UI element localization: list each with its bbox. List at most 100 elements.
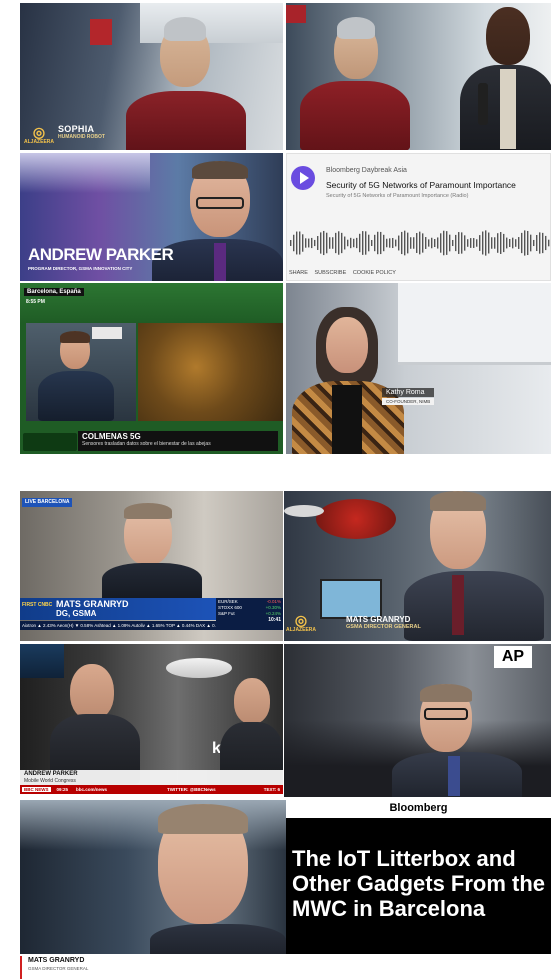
blimp-model: [166, 658, 232, 678]
waveform-bar: [479, 235, 481, 251]
waveform-bar: [476, 239, 478, 247]
channel-logo: [23, 433, 77, 451]
video-tile-granryd-live[interactable]: [20, 800, 286, 954]
waveform-bar: [428, 239, 430, 247]
lower-third-subtitle: GSMA DIRECTOR GENERAL: [346, 624, 421, 630]
waveform-bar: [317, 236, 319, 250]
audio-player-bloomberg[interactable]: Bloomberg Daybreak Asia Security of 5G N…: [286, 153, 551, 281]
live-tag: LIVE BARCELONA: [22, 498, 73, 507]
waveform-bar: [482, 231, 484, 255]
screen-display: [398, 283, 551, 365]
waveform-bar: [362, 231, 364, 255]
microphone: [478, 83, 488, 125]
episode-title[interactable]: Security of 5G Networks of Paramount Imp…: [326, 180, 516, 190]
waveform-bar: [440, 233, 442, 253]
waveform-bar: [356, 237, 358, 249]
market-ticker-right: EUR/SEK -0.01% STOXX 600 +0.30% S&P Fut +0.…: [216, 598, 283, 630]
video-tile-andrew-parker[interactable]: ANDREW PARKER PROGRAM DIRECTOR, GSMA INN…: [20, 153, 283, 281]
waveform-bar: [500, 232, 502, 254]
waveform-bar: [353, 238, 355, 248]
waveform-bar: [464, 235, 466, 251]
ticker-url: bbc.com/news: [76, 787, 108, 792]
waveform[interactable]: [289, 226, 551, 260]
caption-bar: MATS GRANRYD GSMA DIRECTOR GENERAL: [20, 956, 286, 979]
episode-subtitle: Security of 5G Networks of Paramount Imp…: [326, 193, 469, 199]
waveform-bar: [311, 237, 313, 249]
lower-third-name: MATS GRANRYD: [56, 599, 129, 609]
waveform-bar: [413, 237, 415, 249]
waveform-bar: [545, 235, 547, 251]
waveform-bar: [371, 239, 373, 247]
waveform-bar: [494, 237, 496, 249]
play-button[interactable]: [291, 166, 315, 190]
play-icon: [300, 172, 309, 184]
lower-third: SOPHIA HUMANOID ROBOT: [58, 124, 105, 140]
waveform-bar: [488, 232, 490, 254]
waveform-bar: [536, 234, 538, 252]
waveform-bar: [296, 231, 298, 255]
caption-subtitle: GSMA DIRECTOR GENERAL: [28, 966, 89, 971]
waveform-bar: [518, 237, 520, 249]
waveform-bar: [386, 238, 388, 248]
waveform-bar: [338, 231, 340, 255]
waveform-bar: [467, 239, 469, 247]
led-wall: [20, 644, 64, 678]
article-headline[interactable]: The IoT Litterbox and Other Gadgets From…: [292, 846, 548, 921]
video-tile-cnbc-granryd[interactable]: LIVE BARCELONA FIRST CNBC MATS GRANRYD D…: [20, 491, 283, 641]
time-text: 8:55 PM: [26, 299, 45, 305]
cookie-policy-link[interactable]: COOKIE POLICY: [353, 270, 396, 276]
waveform-bar: [359, 233, 361, 253]
waveform-bar: [455, 234, 457, 252]
waveform-bar: [425, 237, 427, 249]
lower-third-subtitle: CO-FOUNDER, NIMB: [382, 398, 435, 405]
waveform-bar: [347, 239, 349, 247]
waveform-bar: [308, 238, 310, 248]
waveform-bar: [389, 238, 391, 248]
waveform-bar: [473, 238, 475, 248]
waveform-bar: [506, 237, 508, 249]
waveform-bar: [344, 236, 346, 250]
video-tile-sophia[interactable]: ◎ ALJAZEERA SOPHIA HUMANOID ROBOT: [20, 3, 283, 150]
player-links: SHARE SUBSCRIBE COOKIE POLICY: [289, 270, 396, 276]
waveform-bar: [332, 237, 334, 249]
lower-third-name: ANDREW PARKER: [24, 771, 78, 777]
waveform-bar: [434, 238, 436, 248]
show-name: Bloomberg Daybreak Asia: [326, 167, 407, 174]
article-card-bloomberg[interactable]: Bloomberg The IoT Litterbox and Other Ga…: [286, 800, 551, 954]
caption-name: MATS GRANRYD: [28, 957, 85, 964]
waveform-bar: [314, 239, 316, 247]
location-badge: Barcelona, España: [24, 288, 84, 296]
lower-third: ANDREW PARKER PROGRAM DIRECTOR, GSMA INN…: [28, 245, 174, 271]
market-ticker-bottom: Aixtron ▲ 2.43% Aeon(H) ▼ 0.58% Ashtead …: [20, 621, 216, 630]
lower-third-name: MATS GRANRYD: [346, 615, 411, 624]
clock: 10:41: [268, 617, 281, 623]
waveform-bar: [497, 233, 499, 253]
lower-third-subtitle: Mobile World Congress: [24, 778, 76, 784]
waveform-bar: [449, 234, 451, 252]
lower-third-name: Kathy Roma: [382, 388, 435, 397]
video-tile-kathy-roma[interactable]: Kathy Roma CO-FOUNDER, NIMB: [286, 283, 551, 454]
waveform-bar: [521, 232, 523, 254]
video-tile-aljazeera-granryd[interactable]: ◎ ALJAZEERA MATS GRANRYD GSMA DIRECTOR G…: [284, 491, 551, 641]
waveform-bar: [401, 231, 403, 255]
5g-sign: [316, 499, 396, 539]
video-tile-ap-granryd[interactable]: AP: [284, 644, 551, 797]
waveform-bar: [305, 238, 307, 248]
subscribe-link[interactable]: SUBSCRIBE: [314, 270, 346, 276]
share-link[interactable]: SHARE: [289, 270, 308, 276]
video-tile-colmenas[interactable]: Barcelona, España 8:55 PM COLMENAS 5G Se…: [20, 283, 283, 454]
video-tile-bbc-parker[interactable]: kt ANDREW PARKER Mobile World Congress B…: [20, 644, 283, 794]
waveform-bar: [509, 238, 511, 248]
waveform-bar: [470, 238, 472, 248]
monitors: [320, 579, 382, 619]
video-tile-sophia-interview[interactable]: [286, 3, 551, 150]
waveform-bar: [419, 231, 421, 255]
waveform-bar: [377, 231, 379, 255]
waveform-bar: [530, 234, 532, 252]
waveform-bar: [368, 234, 370, 252]
blimp-model: [284, 505, 324, 517]
waveform-bar: [335, 232, 337, 254]
location-text: Barcelona, España: [27, 289, 81, 295]
aljazeera-logo: ◎ ALJAZEERA: [286, 612, 317, 633]
hall-lights: [20, 153, 150, 193]
